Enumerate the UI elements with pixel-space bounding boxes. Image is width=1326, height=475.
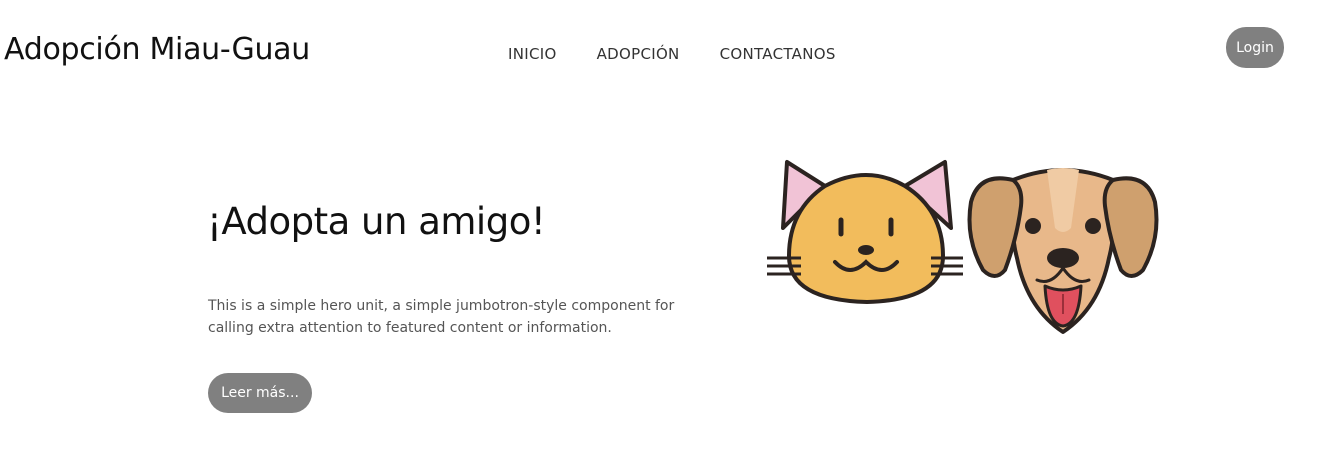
- nav-item-contactanos: CONTACTANOS: [720, 44, 836, 64]
- cat-and-dog-illustration: [767, 160, 1159, 334]
- login-button[interactable]: Login: [1226, 27, 1284, 68]
- nav-item-adopcion: ADOPCIÓN: [597, 44, 680, 64]
- main-nav: INICIO ADOPCIÓN CONTACTANOS: [508, 44, 836, 64]
- cat-face-icon: [767, 160, 963, 304]
- nav-link-adopcion[interactable]: ADOPCIÓN: [597, 44, 680, 64]
- nav-item-inicio: INICIO: [508, 44, 557, 64]
- dog-face-icon: [967, 168, 1159, 334]
- hero-title: ¡Adopta un amigo!: [207, 200, 546, 243]
- nav-link-inicio[interactable]: INICIO: [508, 44, 557, 64]
- hero-lead-text: This is a simple hero unit, a simple jum…: [208, 298, 675, 336]
- brand-title[interactable]: Adopción Miau-Guau: [4, 30, 310, 70]
- page: Adopción Miau-Guau INICIO ADOPCIÓN CONTA…: [0, 0, 1326, 475]
- read-more-button[interactable]: Leer más...: [208, 373, 312, 413]
- nav-link-contactanos[interactable]: CONTACTANOS: [720, 44, 836, 64]
